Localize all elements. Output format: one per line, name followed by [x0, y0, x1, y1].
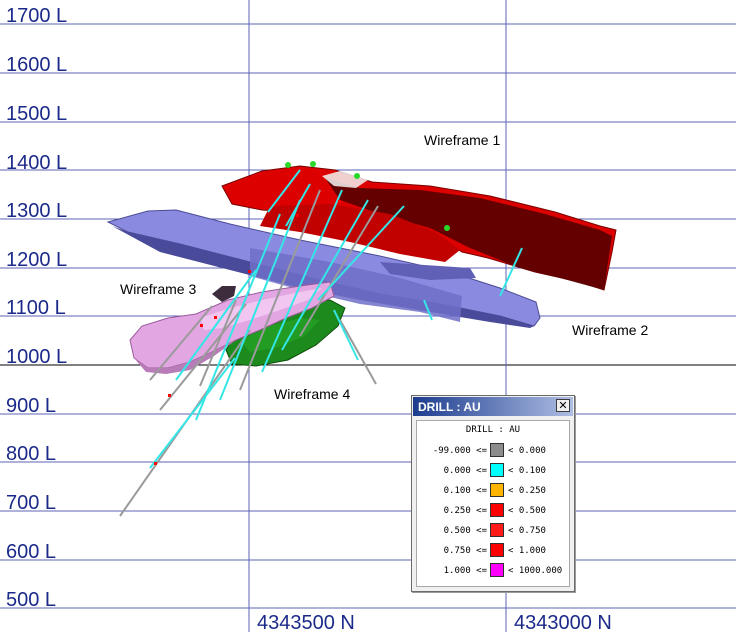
- level-label-1600: 1600 L: [6, 54, 68, 76]
- level-label-1400: 1400 L: [6, 152, 68, 174]
- legend-range-low: -99.000 <=: [432, 446, 487, 456]
- grid-lines: [0, 0, 736, 632]
- legend-row: 0.500 <= < 0.750: [417, 523, 571, 539]
- legend-row: -99.000 <= < 0.000: [417, 443, 571, 459]
- level-label-1100: 1100 L: [6, 297, 66, 319]
- section-canvas[interactable]: [0, 0, 736, 632]
- wireframe-3-label: Wireframe 3: [120, 281, 197, 297]
- legend-row: 1.000 <= < 1000.000: [417, 563, 571, 579]
- legend-swatch: [490, 543, 504, 557]
- legend-range-low: 0.100 <=: [443, 486, 487, 496]
- legend-row: 0.100 <= < 0.250: [417, 483, 571, 499]
- legend-range-high: < 0.100: [508, 466, 546, 476]
- level-label-1500: 1500 L: [6, 103, 68, 125]
- legend-range-high: < 1.000: [508, 546, 546, 556]
- drill-trace[interactable]: [333, 309, 359, 361]
- legend-body: DRILL : AU -99.000 <= < 0.000 0.000 <= <…: [416, 420, 570, 587]
- legend-range-low: 0.750 <=: [443, 546, 487, 556]
- legend-titlebar[interactable]: DRILL : AU ✕: [413, 397, 573, 416]
- northing-label-4343000: 4343000 N: [514, 612, 612, 634]
- level-label-1000: 1000 L: [6, 346, 68, 368]
- level-label-1700: 1700 L: [6, 5, 68, 27]
- level-label-700: 700 L: [6, 492, 57, 514]
- level-label-600: 600 L: [6, 541, 57, 563]
- section-view[interactable]: 1700 L 1600 L 1500 L 1400 L 1300 L 1200 …: [0, 0, 736, 634]
- northing-label-4343500: 4343500 N: [257, 612, 355, 634]
- wireframe-1-label: Wireframe 1: [424, 132, 501, 148]
- legend-subtitle: DRILL : AU: [465, 425, 521, 435]
- drill-trace[interactable]: [149, 357, 236, 469]
- legend-swatch: [490, 443, 504, 457]
- level-label-1300: 1300 L: [6, 200, 68, 222]
- wireframe-4-label: Wireframe 4: [274, 386, 351, 402]
- legend-row: 0.250 <= < 0.500: [417, 503, 571, 519]
- legend-row: 0.000 <= < 0.100: [417, 463, 571, 479]
- legend-swatch: [490, 563, 504, 577]
- legend-title: DRILL : AU: [418, 400, 481, 414]
- wireframe-2-label: Wireframe 2: [572, 322, 649, 338]
- legend-range-high: < 0.000: [508, 446, 546, 456]
- legend-range-high: < 0.500: [508, 506, 546, 516]
- legend-row: 0.750 <= < 1.000: [417, 543, 571, 559]
- level-label-1200: 1200 L: [6, 249, 68, 271]
- legend-range-high: < 0.250: [508, 486, 546, 496]
- legend-range-low: 0.500 <=: [443, 526, 487, 536]
- legend-range-low: 0.000 <=: [443, 466, 487, 476]
- level-label-900: 900 L: [6, 395, 57, 417]
- legend-window[interactable]: DRILL : AU ✕ DRILL : AU -99.000 <= < 0.0…: [411, 395, 575, 592]
- level-label-500: 500 L: [6, 589, 57, 611]
- legend-swatch: [490, 503, 504, 517]
- legend-range-high: < 1000.000: [508, 566, 563, 576]
- legend-range-high: < 0.750: [508, 526, 546, 536]
- drill-trace[interactable]: [339, 319, 377, 385]
- legend-swatch: [490, 463, 504, 477]
- legend-range-low: 0.250 <=: [443, 506, 487, 516]
- legend-swatch: [490, 523, 504, 537]
- legend-range-low: 1.000 <=: [443, 566, 487, 576]
- close-icon: ✕: [558, 399, 568, 412]
- legend-swatch: [490, 483, 504, 497]
- close-button[interactable]: ✕: [556, 399, 570, 412]
- level-label-800: 800 L: [6, 443, 57, 465]
